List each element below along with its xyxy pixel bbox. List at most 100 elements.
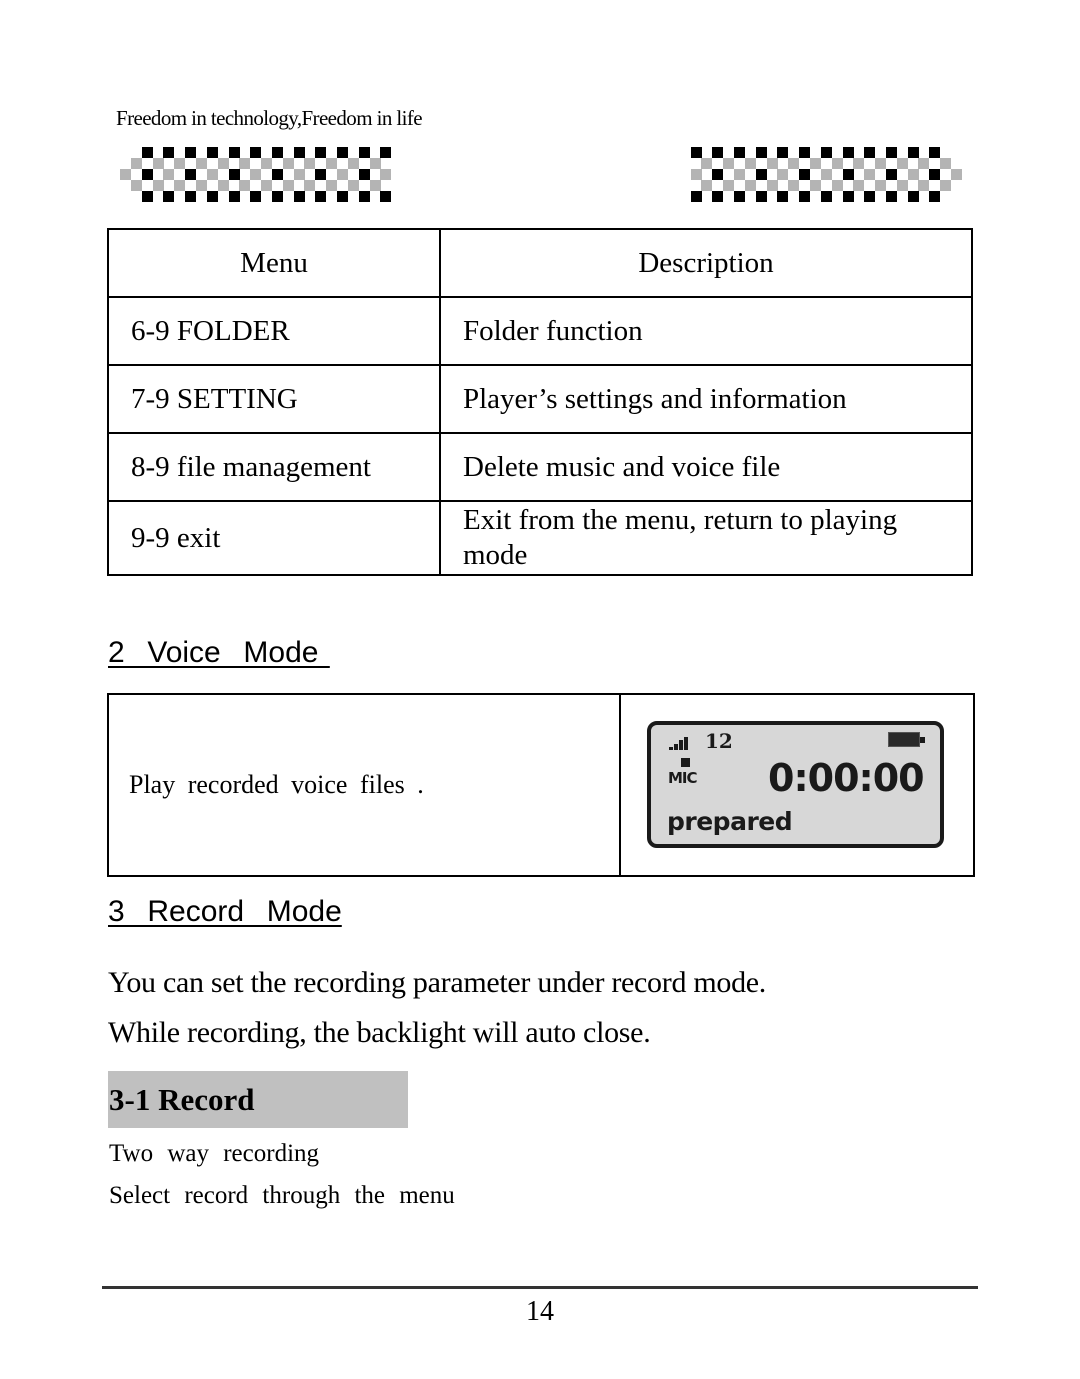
checker-cell [777, 191, 789, 202]
checker-cell [358, 147, 370, 158]
checker-cell [777, 147, 789, 158]
checker-cell [163, 147, 175, 158]
time-display: 0:00:00 [768, 756, 925, 800]
checker-pattern-icon [688, 147, 962, 203]
checker-cell [885, 191, 897, 202]
checker-cell [712, 147, 724, 158]
checker-cell [712, 191, 724, 202]
checker-cell [250, 147, 262, 158]
checker-cell [820, 147, 832, 158]
checker-cell [929, 147, 941, 158]
checker-cell [293, 191, 305, 202]
checker-cell [690, 169, 702, 180]
menu-cell: 8-9 file management [107, 432, 441, 502]
checker-cell [918, 158, 930, 169]
checker-cell [690, 191, 702, 202]
checker-cell [929, 169, 941, 180]
checker-cell [141, 147, 153, 158]
checker-cell [282, 180, 294, 191]
checker-cell [282, 158, 294, 169]
checker-cell [701, 180, 713, 191]
checker-cell [875, 158, 887, 169]
checker-cell [337, 147, 348, 158]
checker-cell [788, 158, 800, 169]
checker-cell [228, 191, 240, 202]
checker-cell [195, 158, 207, 169]
checker-cell [271, 191, 283, 202]
checker-cell [347, 180, 359, 191]
record-mode-paragraph: While recording, the backlight will auto… [108, 1016, 651, 1049]
checker-cell [712, 169, 724, 180]
checker-cell [185, 169, 197, 180]
checker-cell [799, 147, 811, 158]
checker-cell [185, 147, 197, 158]
checker-cell [918, 180, 930, 191]
checker-cell [744, 158, 756, 169]
menu-table: Menu Description 6-9 FOLDER Folder funct… [107, 228, 973, 576]
checker-cell [380, 191, 392, 202]
checker-cell [799, 191, 811, 202]
checker-cell [326, 158, 338, 169]
checker-cell [380, 169, 392, 180]
checker-cell [864, 147, 876, 158]
checker-cell [315, 191, 327, 202]
checker-cell [734, 147, 745, 158]
signal-bars-icon [669, 736, 691, 750]
checker-cell [799, 169, 811, 180]
checker-cell [174, 180, 186, 191]
checker-cell [734, 169, 745, 180]
checker-cell [907, 169, 919, 180]
record-subsection-line: Select record through the menu [109, 1182, 455, 1209]
checker-cell [174, 158, 186, 169]
column-header-description: Description [439, 228, 973, 298]
checker-cell [337, 169, 348, 180]
checker-cell [163, 191, 175, 202]
checker-cell [141, 169, 153, 180]
checker-cell [809, 158, 821, 169]
record-subsection-line: Two way recording [109, 1140, 320, 1167]
checker-cell [271, 147, 283, 158]
checker-cell [842, 147, 854, 158]
voice-mode-box: Play recorded voice files . 12 MIC 0:00:… [107, 693, 975, 877]
checker-cell [940, 158, 952, 169]
checker-cell [875, 180, 887, 191]
checker-cell [755, 147, 767, 158]
checker-cell [864, 191, 876, 202]
checker-cell [337, 191, 348, 202]
checker-cell [358, 191, 370, 202]
checker-cell [239, 158, 251, 169]
checker-pattern-icon [120, 147, 394, 203]
checker-cell [152, 180, 164, 191]
lcd-screen: 12 MIC 0:00:00 prepared [647, 721, 944, 848]
checker-cell [120, 169, 131, 180]
checker-cell [130, 180, 142, 191]
voice-mode-description: Play recorded voice files . [109, 695, 621, 875]
checker-cell [217, 180, 229, 191]
checker-cell [820, 169, 832, 180]
checker-cell [228, 147, 240, 158]
checker-cell [766, 158, 778, 169]
checker-cell [185, 191, 197, 202]
checker-cell [885, 147, 897, 158]
description-cell: Exit from the menu, return to playing mo… [439, 500, 973, 576]
checker-cell [206, 191, 218, 202]
description-cell: Folder function [439, 296, 973, 366]
checker-cell [885, 169, 897, 180]
checker-cell [315, 147, 327, 158]
checker-cell [755, 191, 767, 202]
checker-cell [195, 180, 207, 191]
checker-cell [853, 180, 865, 191]
table-header-row: Menu Description [107, 228, 973, 298]
checker-cell [896, 180, 908, 191]
record-square-icon [681, 758, 690, 767]
menu-cell: 9-9 exit [107, 500, 441, 576]
checker-cell [701, 158, 713, 169]
table-row: 6-9 FOLDER Folder function [107, 296, 973, 366]
checker-cell [788, 180, 800, 191]
checker-cell [744, 180, 756, 191]
record-mode-heading: 3 Record Mode [108, 895, 342, 928]
menu-cell: 7-9 SETTING [107, 364, 441, 434]
checker-cell [907, 191, 919, 202]
table-row: 9-9 exit Exit from the menu, return to p… [107, 500, 973, 576]
checker-cell [734, 191, 745, 202]
